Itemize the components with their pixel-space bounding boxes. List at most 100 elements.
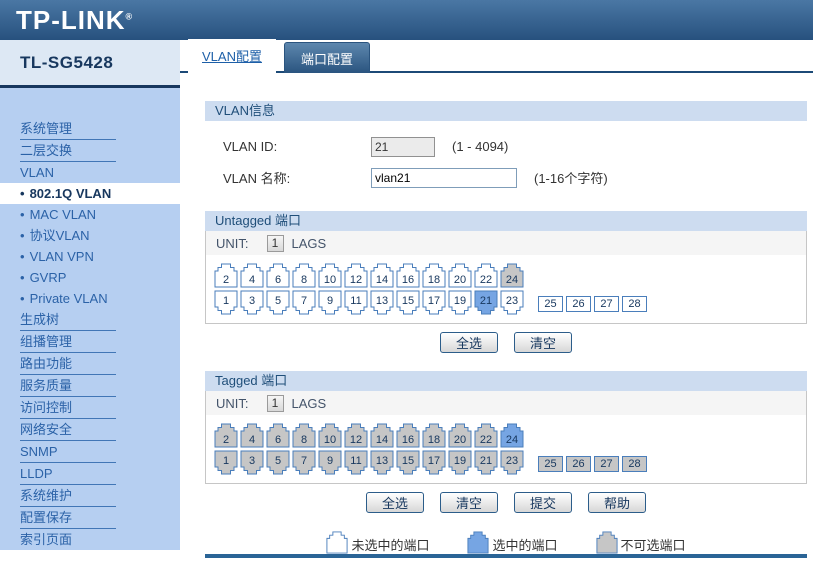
port-7[interactable]: 7 — [292, 290, 316, 315]
svg-text:2: 2 — [223, 274, 229, 286]
sidebar-item-protocol-vlan[interactable]: •协议VLAN — [0, 225, 180, 246]
port-22[interactable]: 22 — [474, 263, 498, 288]
sidebar-item-spanning-tree[interactable]: 生成树 — [20, 309, 116, 331]
unit-1-button[interactable]: 1 — [267, 395, 284, 412]
port-13[interactable]: 13 — [370, 290, 394, 315]
port-9: 9 — [318, 450, 342, 475]
port-10[interactable]: 10 — [318, 263, 342, 288]
lags-label[interactable]: LAGS — [292, 396, 327, 411]
port-6: 6 — [266, 423, 290, 448]
sidebar-item-index-page[interactable]: 索引页面 — [20, 529, 116, 550]
legend-item-disabled: 不可选端口 — [596, 531, 686, 554]
svg-text:2: 2 — [223, 434, 229, 446]
port-18: 18 — [422, 423, 446, 448]
svg-text:1: 1 — [223, 295, 229, 307]
svg-text:13: 13 — [376, 295, 388, 307]
port-11[interactable]: 11 — [344, 290, 368, 315]
bullet-icon: • — [20, 207, 25, 222]
port-26[interactable]: 26 — [566, 296, 591, 312]
sidebar-item-system-maintenance[interactable]: 系统维护 — [20, 485, 116, 507]
sidebar-item-vlan-vpn[interactable]: •VLAN VPN — [0, 246, 180, 267]
sidebar-item-vlan[interactable]: VLAN — [20, 162, 116, 183]
port-27: 27 — [594, 456, 619, 472]
sidebar-item-lldp[interactable]: LLDP — [20, 463, 116, 485]
sidebar-item-config-save[interactable]: 配置保存 — [20, 507, 116, 529]
svg-text:8: 8 — [301, 274, 307, 286]
port-25[interactable]: 25 — [538, 296, 563, 312]
tab-port-config[interactable]: 端口配置 — [284, 42, 370, 73]
port-8[interactable]: 8 — [292, 263, 316, 288]
sidebar-item-802-1q-vlan[interactable]: •802.1Q VLAN — [0, 183, 180, 204]
help-button[interactable]: 帮助 — [588, 492, 646, 513]
lags-label[interactable]: LAGS — [292, 236, 327, 251]
port-1[interactable]: 1 — [214, 290, 238, 315]
port-3[interactable]: 3 — [240, 290, 264, 315]
svg-text:21: 21 — [480, 295, 492, 307]
port-18[interactable]: 18 — [422, 263, 446, 288]
sidebar-item-snmp[interactable]: SNMP — [20, 441, 116, 463]
port-28[interactable]: 28 — [622, 296, 647, 312]
sidebar-item-system-management[interactable]: 系统管理 — [20, 118, 116, 140]
svg-text:20: 20 — [454, 434, 466, 446]
svg-text:17: 17 — [428, 455, 440, 467]
sidebar-item-mac-vlan[interactable]: •MAC VLAN — [0, 204, 180, 225]
select-all-button[interactable]: 全选 — [440, 332, 498, 353]
unit-1-button[interactable]: 1 — [267, 235, 284, 252]
port-13: 13 — [370, 450, 394, 475]
content-area: VLAN信息 VLAN ID: (1 - 4094) VLAN 名称: (1-1… — [180, 73, 813, 561]
port-23[interactable]: 23 — [500, 290, 524, 315]
port-4[interactable]: 4 — [240, 263, 264, 288]
svg-text:22: 22 — [480, 274, 492, 286]
svg-text:21: 21 — [480, 455, 492, 467]
tab-vlan-config[interactable]: VLAN配置 — [188, 39, 276, 73]
sidebar-item-private-vlan[interactable]: •Private VLAN — [0, 288, 180, 309]
port-20[interactable]: 20 — [448, 263, 472, 288]
port-5[interactable]: 5 — [266, 290, 290, 315]
port-24[interactable]: 24 — [500, 423, 524, 448]
port-23: 23 — [500, 450, 524, 475]
port-9[interactable]: 9 — [318, 290, 342, 315]
select-all-button[interactable]: 全选 — [366, 492, 424, 513]
port-8: 8 — [292, 423, 316, 448]
port-12[interactable]: 12 — [344, 263, 368, 288]
port-19[interactable]: 19 — [448, 290, 472, 315]
svg-text:19: 19 — [454, 295, 466, 307]
unit-label: UNIT: — [216, 236, 249, 251]
tagged-port-row-odd: 135791113151719212325262728 — [214, 450, 798, 475]
port-17: 17 — [422, 450, 446, 475]
port-21[interactable]: 21 — [474, 290, 498, 315]
port-16[interactable]: 16 — [396, 263, 420, 288]
svg-text:20: 20 — [454, 274, 466, 286]
port-2[interactable]: 2 — [214, 263, 238, 288]
port-27[interactable]: 27 — [594, 296, 619, 312]
svg-text:7: 7 — [301, 295, 307, 307]
submit-button[interactable]: 提交 — [514, 492, 572, 513]
sidebar-item-gvrp[interactable]: •GVRP — [0, 267, 180, 288]
sidebar-item-network-security[interactable]: 网络安全 — [20, 419, 116, 441]
sidebar-item-qos[interactable]: 服务质量 — [20, 375, 116, 397]
vlan-info-section: VLAN信息 VLAN ID: (1 - 4094) VLAN 名称: (1-1… — [205, 101, 807, 193]
svg-text:23: 23 — [506, 295, 518, 307]
svg-text:14: 14 — [376, 274, 388, 286]
sidebar-item-multicast-management[interactable]: 组播管理 — [20, 331, 116, 353]
sidebar: 系统管理二层交换VLAN•802.1Q VLAN•MAC VLAN•协议VLAN… — [0, 88, 180, 550]
port-15[interactable]: 15 — [396, 290, 420, 315]
port-17[interactable]: 17 — [422, 290, 446, 315]
vlan-name-input[interactable] — [371, 168, 517, 188]
svg-text:15: 15 — [402, 295, 414, 307]
clear-button[interactable]: 清空 — [514, 332, 572, 353]
svg-text:10: 10 — [324, 274, 336, 286]
port-14[interactable]: 14 — [370, 263, 394, 288]
port-6[interactable]: 6 — [266, 263, 290, 288]
legend-label: 未选中的端口 — [351, 535, 429, 554]
port-14: 14 — [370, 423, 394, 448]
svg-text:5: 5 — [275, 295, 281, 307]
port-15: 15 — [396, 450, 420, 475]
clear-button[interactable]: 清空 — [440, 492, 498, 513]
legend-item-normal: 未选中的端口 — [326, 531, 429, 554]
vlan-id-hint: (1 - 4094) — [452, 139, 508, 154]
sidebar-item-l2-switching[interactable]: 二层交换 — [20, 140, 116, 162]
sidebar-item-access-control[interactable]: 访问控制 — [20, 397, 116, 419]
sidebar-item-routing[interactable]: 路由功能 — [20, 353, 116, 375]
port-28: 28 — [622, 456, 647, 472]
